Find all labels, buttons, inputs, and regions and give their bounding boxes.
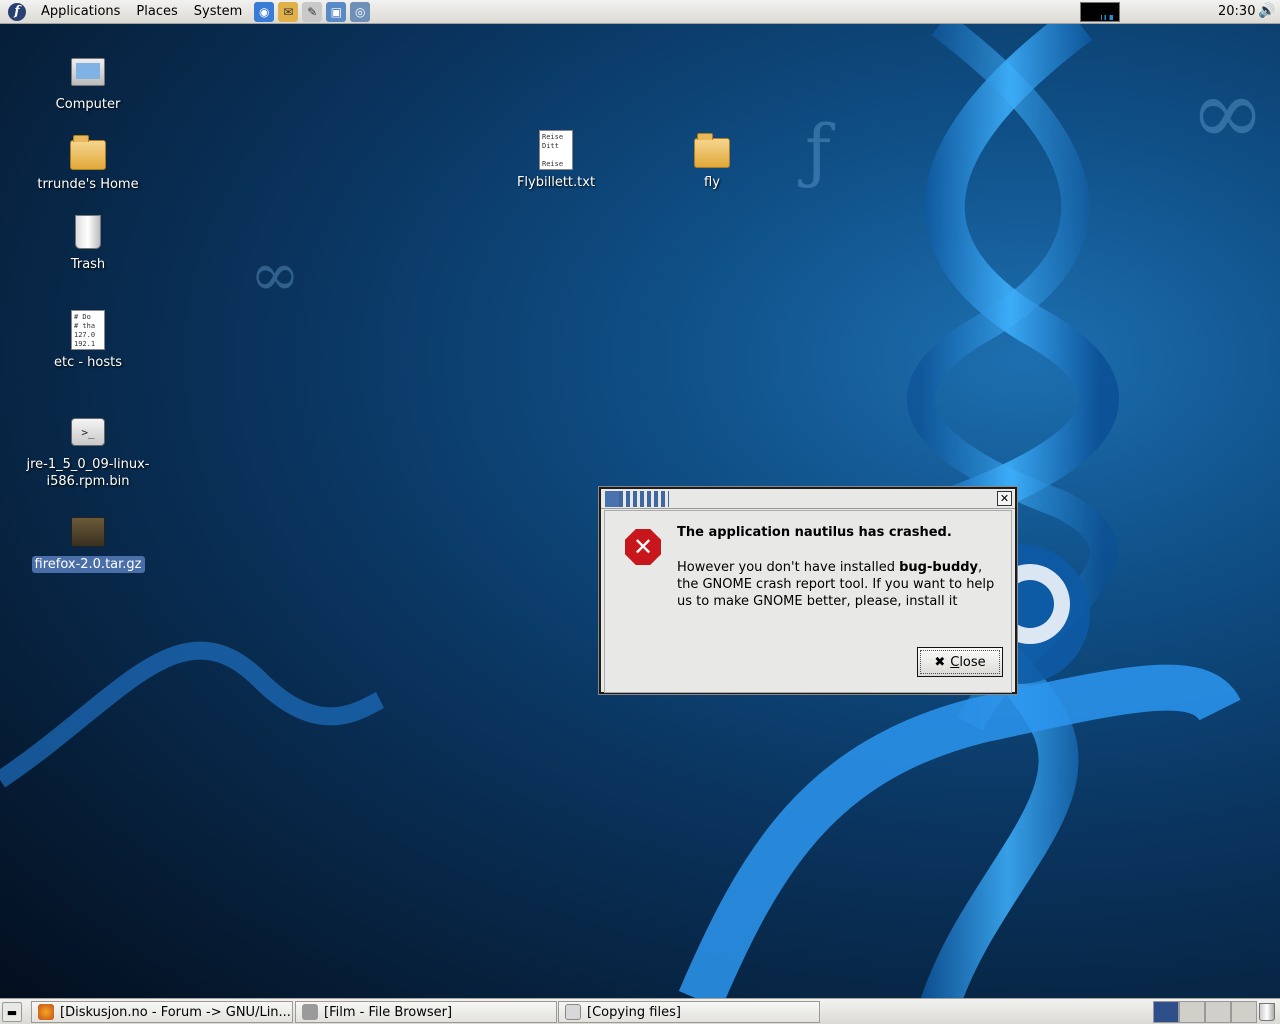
workspace-4[interactable] bbox=[1231, 1001, 1257, 1023]
volume-icon[interactable]: 🔊 bbox=[1258, 3, 1275, 19]
archive-icon bbox=[68, 512, 108, 552]
desktop-icon-firefox-archive[interactable]: firefox-2.0.tar.gz bbox=[18, 512, 158, 573]
text-file-icon: Reise Ditt Reise bbox=[536, 130, 576, 170]
wallpaper-f-symbol: ƒ bbox=[805, 110, 831, 192]
wallpaper-infinity-symbol: ∞ bbox=[1190, 60, 1265, 165]
taskbar-item-file-browser[interactable]: [Film - File Browser] bbox=[295, 1001, 557, 1023]
wallpaper-infinity-symbol: ∞ bbox=[250, 240, 300, 310]
launcher-bar: ◉ ✉ ✎ ▣ ◎ bbox=[252, 1, 372, 22]
dialog-titlebar[interactable]: ✕ bbox=[601, 489, 1015, 509]
dialog-message: However you don't have installed bug-bud… bbox=[677, 559, 1007, 610]
taskbar-item-forum[interactable]: [Diskusjon.no - Forum -> GNU/Lin... bbox=[31, 1001, 293, 1023]
desktop-icon-label: trrunde's Home bbox=[37, 177, 139, 192]
desktop-icon-trash[interactable]: Trash bbox=[18, 212, 158, 273]
close-button[interactable]: ✖ Close bbox=[917, 647, 1003, 677]
folder-icon bbox=[692, 130, 732, 170]
taskbar-item-label: [Copying files] bbox=[587, 1004, 681, 1020]
computer-icon bbox=[68, 52, 108, 92]
firefox-icon bbox=[38, 1004, 54, 1020]
message-text: However you don't have installed bbox=[677, 560, 900, 575]
desktop-icon-label: jre-1_5_0_09-linux-i586.rpm.bin bbox=[26, 457, 150, 489]
desktop-icon-label-selected: firefox-2.0.tar.gz bbox=[31, 556, 145, 573]
script-file-icon: >_ bbox=[68, 412, 108, 452]
window-menu-icon[interactable] bbox=[605, 491, 669, 507]
desktop-icon-label: fly bbox=[704, 175, 720, 190]
system-monitor-graph[interactable] bbox=[1080, 2, 1120, 22]
workspace-1[interactable] bbox=[1153, 1001, 1179, 1023]
file-browser-icon bbox=[302, 1004, 318, 1020]
fedora-logo-icon[interactable]: f bbox=[8, 2, 26, 21]
trash-icon bbox=[68, 212, 108, 252]
clock[interactable]: 20:30 bbox=[1218, 0, 1255, 24]
web-browser-icon[interactable]: ◉ bbox=[254, 1, 275, 22]
text-editor-icon[interactable]: ✎ bbox=[302, 1, 323, 22]
desktop-icon-flybillett[interactable]: Reise Ditt Reise Flybillett.txt bbox=[486, 130, 626, 191]
trash-applet-icon[interactable] bbox=[1259, 1003, 1275, 1021]
desktop-icon-etc-hosts[interactable]: # Do # tha 127.0 192.1 etc - hosts bbox=[18, 310, 158, 371]
email-client-icon[interactable]: ✉ bbox=[278, 1, 299, 22]
desktop-icon-computer[interactable]: Computer bbox=[18, 52, 158, 113]
menu-places[interactable]: Places bbox=[128, 0, 185, 24]
menu-system[interactable]: System bbox=[186, 0, 250, 24]
desktop-icon-label: Trash bbox=[70, 257, 106, 272]
top-panel: f Applications Places System ◉ ✉ ✎ ▣ ◎ 2… bbox=[0, 0, 1280, 24]
remote-desktop-icon[interactable]: ◎ bbox=[350, 1, 371, 22]
presentation-icon[interactable]: ▣ bbox=[326, 1, 347, 22]
desktop-icon-label: etc - hosts bbox=[53, 355, 123, 370]
workspace-switcher bbox=[1153, 1001, 1257, 1023]
menu-applications[interactable]: Applications bbox=[33, 0, 128, 24]
bottom-panel: ▬ [Diskusjon.no - Forum -> GNU/Lin... [F… bbox=[0, 998, 1280, 1024]
text-file-icon: # Do # tha 127.0 192.1 bbox=[68, 310, 108, 350]
copy-window-icon bbox=[565, 1004, 581, 1020]
show-desktop-button[interactable]: ▬ bbox=[2, 1002, 22, 1022]
close-button-label: Close bbox=[950, 654, 986, 670]
desktop-icon-home[interactable]: trrunde's Home bbox=[18, 132, 158, 193]
crash-dialog: ✕ ✕ The application nautilus has crashed… bbox=[599, 487, 1017, 694]
dialog-heading: The application nautilus has crashed. bbox=[677, 525, 952, 540]
desktop-icon-label: Flybillett.txt bbox=[516, 175, 596, 190]
message-bold-text: bug-buddy bbox=[899, 560, 979, 575]
dialog-close-icon[interactable]: ✕ bbox=[997, 491, 1012, 506]
dialog-body: ✕ The application nautilus has crashed. … bbox=[604, 510, 1012, 693]
home-folder-icon bbox=[68, 132, 108, 172]
taskbar-item-label: [Film - File Browser] bbox=[324, 1004, 453, 1020]
error-icon: ✕ bbox=[625, 529, 661, 565]
taskbar-item-label: [Diskusjon.no - Forum -> GNU/Lin... bbox=[60, 1004, 291, 1020]
workspace-2[interactable] bbox=[1179, 1001, 1205, 1023]
taskbar-item-copying-files[interactable]: [Copying files] bbox=[558, 1001, 820, 1023]
desktop-icon-jre[interactable]: >_ jre-1_5_0_09-linux-i586.rpm.bin bbox=[18, 412, 158, 490]
close-icon: ✖ bbox=[934, 654, 946, 670]
workspace-3[interactable] bbox=[1205, 1001, 1231, 1023]
desktop-icon-label: Computer bbox=[55, 97, 121, 112]
desktop-icon-fly-folder[interactable]: fly bbox=[642, 130, 782, 191]
